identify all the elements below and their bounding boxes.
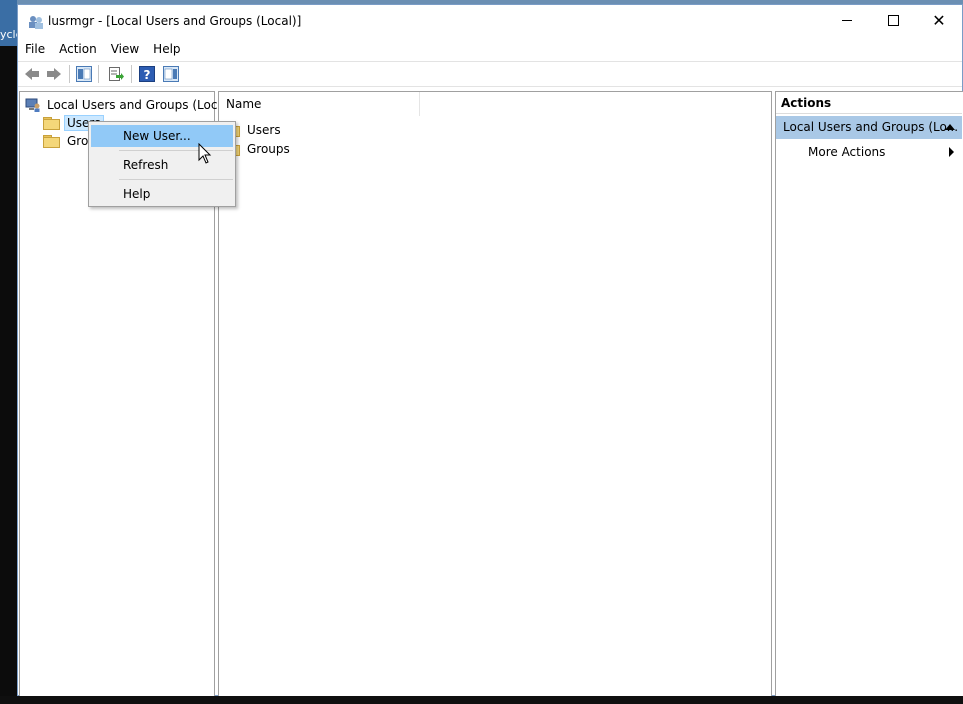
toolbar-separator	[98, 65, 99, 83]
list-item-label: Groups	[247, 141, 290, 156]
context-menu-separator	[119, 179, 233, 180]
close-button[interactable]: ✕	[916, 5, 962, 36]
close-icon: ✕	[932, 10, 946, 30]
maximize-icon	[887, 15, 899, 26]
submenu-arrow-icon	[949, 147, 954, 157]
forward-arrow-icon[interactable]	[46, 66, 62, 82]
taskbar	[0, 696, 963, 704]
context-menu-help[interactable]: Help	[91, 183, 233, 205]
actions-section-label: Local Users and Groups (Lo...	[783, 120, 959, 134]
actions-pane: Actions Local Users and Groups (Lo... Mo…	[775, 91, 963, 697]
desktop-background	[0, 0, 17, 704]
mouse-cursor-icon	[198, 143, 212, 164]
collapse-up-icon[interactable]	[945, 124, 955, 130]
menu-view[interactable]: View	[104, 38, 146, 60]
minimize-icon	[842, 20, 852, 21]
toolbar-separator	[69, 65, 70, 83]
result-list-pane[interactable]: Name Users Groups	[218, 91, 772, 697]
tree-root[interactable]: Local Users and Groups (Local)	[25, 96, 235, 114]
context-menu-separator	[119, 150, 233, 151]
actions-header: Actions	[776, 92, 962, 114]
context-menu: New User... Refresh Help	[88, 121, 236, 207]
back-arrow-icon[interactable]	[24, 66, 40, 82]
export-list-icon[interactable]	[108, 66, 124, 82]
window-title: lusrmgr - [Local Users and Groups (Local…	[48, 14, 302, 28]
column-header-name[interactable]: Name	[220, 92, 420, 116]
menu-bar: File Action View Help	[18, 38, 962, 60]
folder-icon	[43, 135, 60, 148]
maximize-button[interactable]	[870, 5, 916, 36]
computer-users-icon	[25, 98, 40, 112]
help-icon[interactable]: ?	[139, 66, 155, 82]
menu-file[interactable]: File	[18, 38, 52, 60]
show-hide-action-pane-icon[interactable]	[163, 66, 179, 82]
show-hide-tree-icon[interactable]	[76, 66, 92, 82]
users-app-icon	[29, 16, 43, 29]
minimize-button[interactable]	[824, 5, 870, 36]
menu-help[interactable]: Help	[146, 38, 187, 60]
more-actions-item[interactable]: More Actions	[808, 143, 885, 161]
folder-icon	[43, 117, 60, 130]
toolbar: ?	[18, 61, 962, 87]
tree-root-label: Local Users and Groups (Local)	[47, 98, 233, 112]
actions-section-local-users[interactable]: Local Users and Groups (Lo...	[776, 116, 962, 139]
title-bar[interactable]: lusrmgr - [Local Users and Groups (Local…	[18, 5, 962, 36]
svg-text:?: ?	[144, 68, 151, 82]
menu-action[interactable]: Action	[52, 38, 104, 60]
lusrmgr-window: lusrmgr - [Local Users and Groups (Local…	[17, 4, 963, 697]
toolbar-separator	[131, 65, 132, 83]
list-item-label: Users	[247, 122, 281, 137]
